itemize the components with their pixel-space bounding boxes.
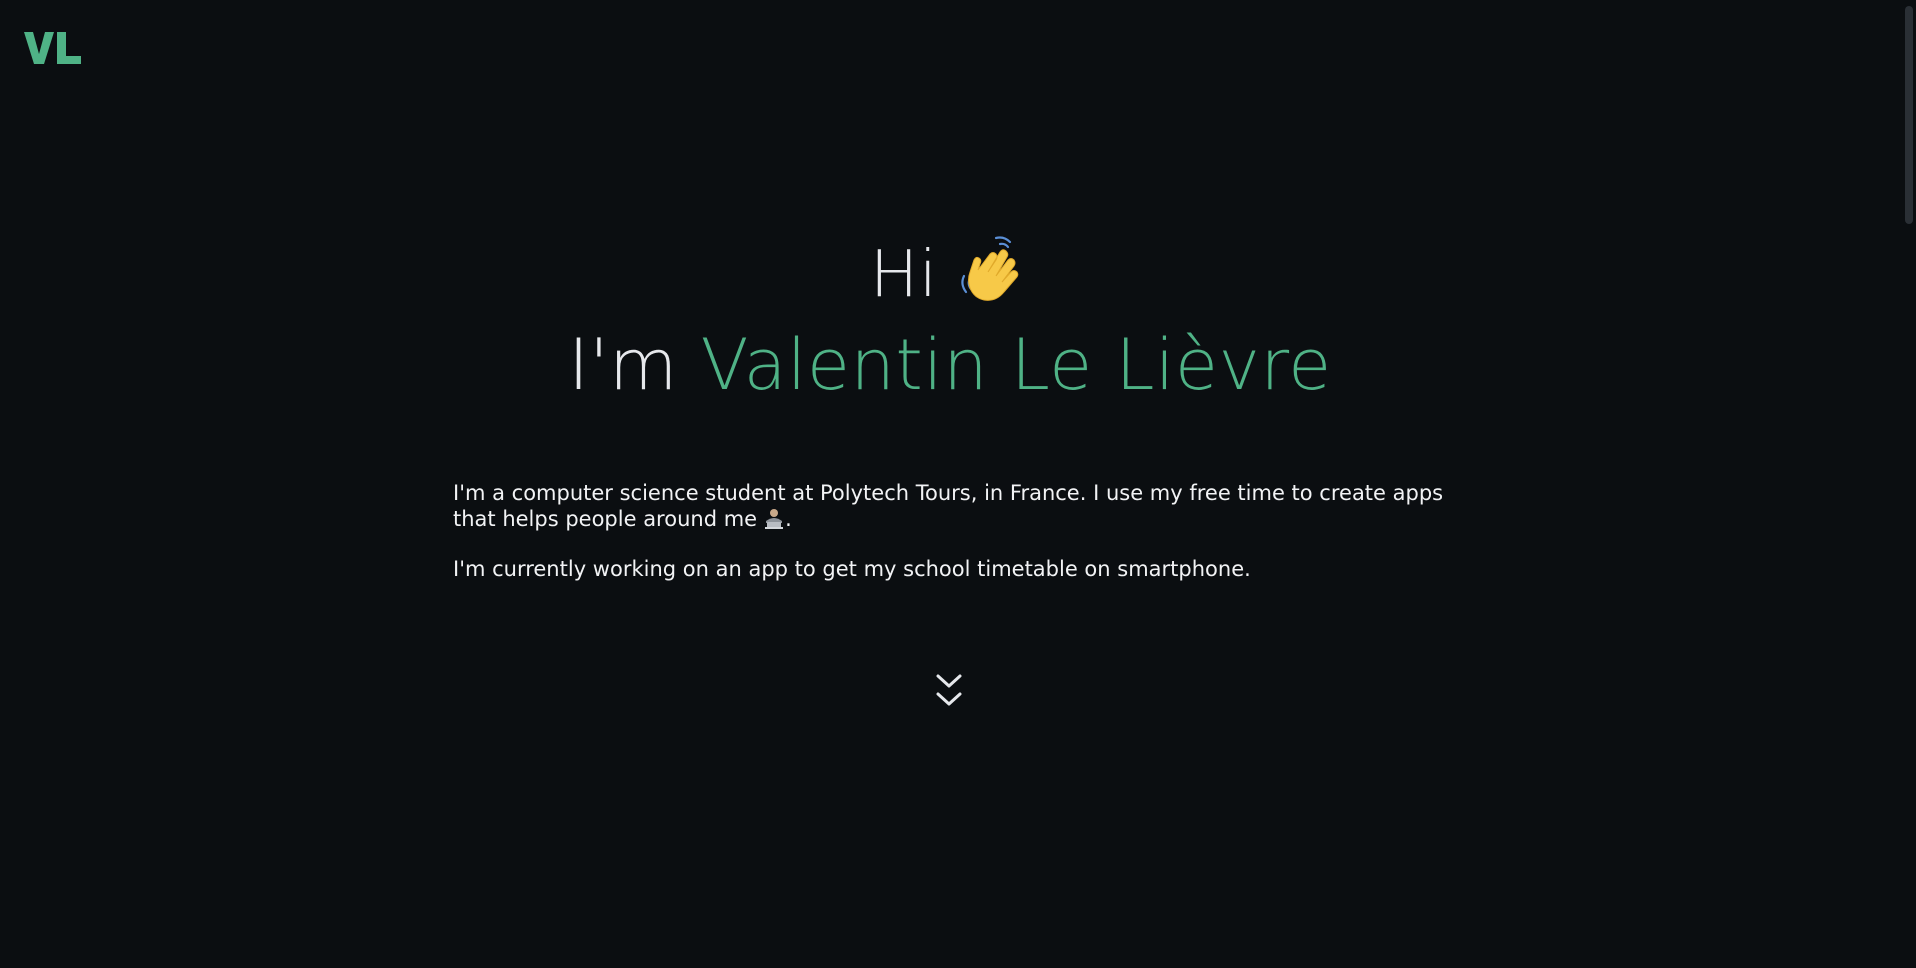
hero-section: Hi I'm Valentin Le Lièvre: [0, 232, 1900, 413]
name-prefix: I'm: [568, 324, 678, 406]
scrollbar[interactable]: [1902, 0, 1916, 968]
intro-paragraph-2: I'm currently working on an app to get m…: [453, 557, 1251, 581]
technologist-icon: [763, 507, 785, 529]
intro-paragraph-1-end: .: [785, 507, 792, 531]
greeting-text: Hi: [870, 238, 938, 312]
intro-section: I'm a computer science student at Polyte…: [453, 480, 1453, 606]
greeting-heading: Hi: [0, 232, 1900, 317]
name-text: Valentin Le Lièvre: [700, 324, 1332, 406]
logo[interactable]: [24, 30, 82, 66]
scrollbar-thumb[interactable]: [1905, 6, 1913, 224]
intro-paragraph-1: I'm a computer science student at Polyte…: [453, 480, 1453, 532]
double-chevron-down-icon[interactable]: [932, 670, 966, 712]
waving-hand-icon: [956, 232, 1030, 306]
logo-mark: [24, 32, 81, 64]
intro-paragraph-1-text: I'm a computer science student at Polyte…: [453, 481, 1444, 531]
name-heading: I'm Valentin Le Lièvre: [0, 317, 1900, 413]
